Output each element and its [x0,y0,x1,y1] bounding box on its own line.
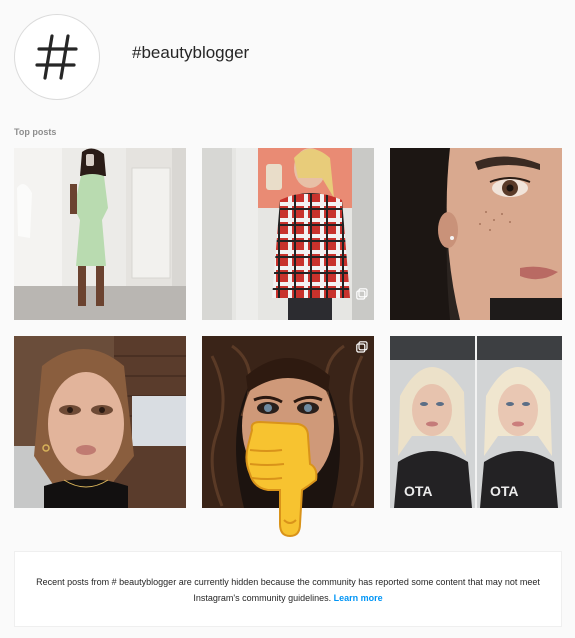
post-image [14,336,186,508]
multi-post-icon [356,341,368,353]
hashtag-title: #beautyblogger [132,43,250,62]
post-thumbnail[interactable] [14,148,186,320]
svg-text:OTA: OTA [404,483,433,499]
hashtag-avatar [14,14,100,100]
post-image [202,148,374,320]
post-thumbnail[interactable] [202,148,374,320]
pointing-down-emoji-icon [245,420,318,538]
hidden-posts-notice: Recent posts from # beautyblogger are cu… [14,551,562,627]
multi-post-icon [356,288,368,300]
hashtag-icon [35,34,78,80]
notice-text-line-2-text: Instagram's community guidelines. [193,593,332,603]
svg-text:OTA: OTA [490,483,519,499]
top-posts-label: Top posts [14,127,57,137]
post-thumbnail[interactable] [14,336,186,508]
notice-text-line-1: Recent posts from # beautyblogger are cu… [36,577,540,587]
post-thumbnail[interactable]: OTA OTA [390,336,562,508]
post-image [14,148,186,320]
learn-more-link[interactable]: Learn more [334,593,383,603]
post-image: OTA OTA [390,336,562,508]
hashtag-header: #beautyblogger [14,12,249,102]
notice-text-line-2: Instagram's community guidelines. Learn … [15,590,561,606]
post-image [390,148,562,320]
post-thumbnail[interactable] [390,148,562,320]
